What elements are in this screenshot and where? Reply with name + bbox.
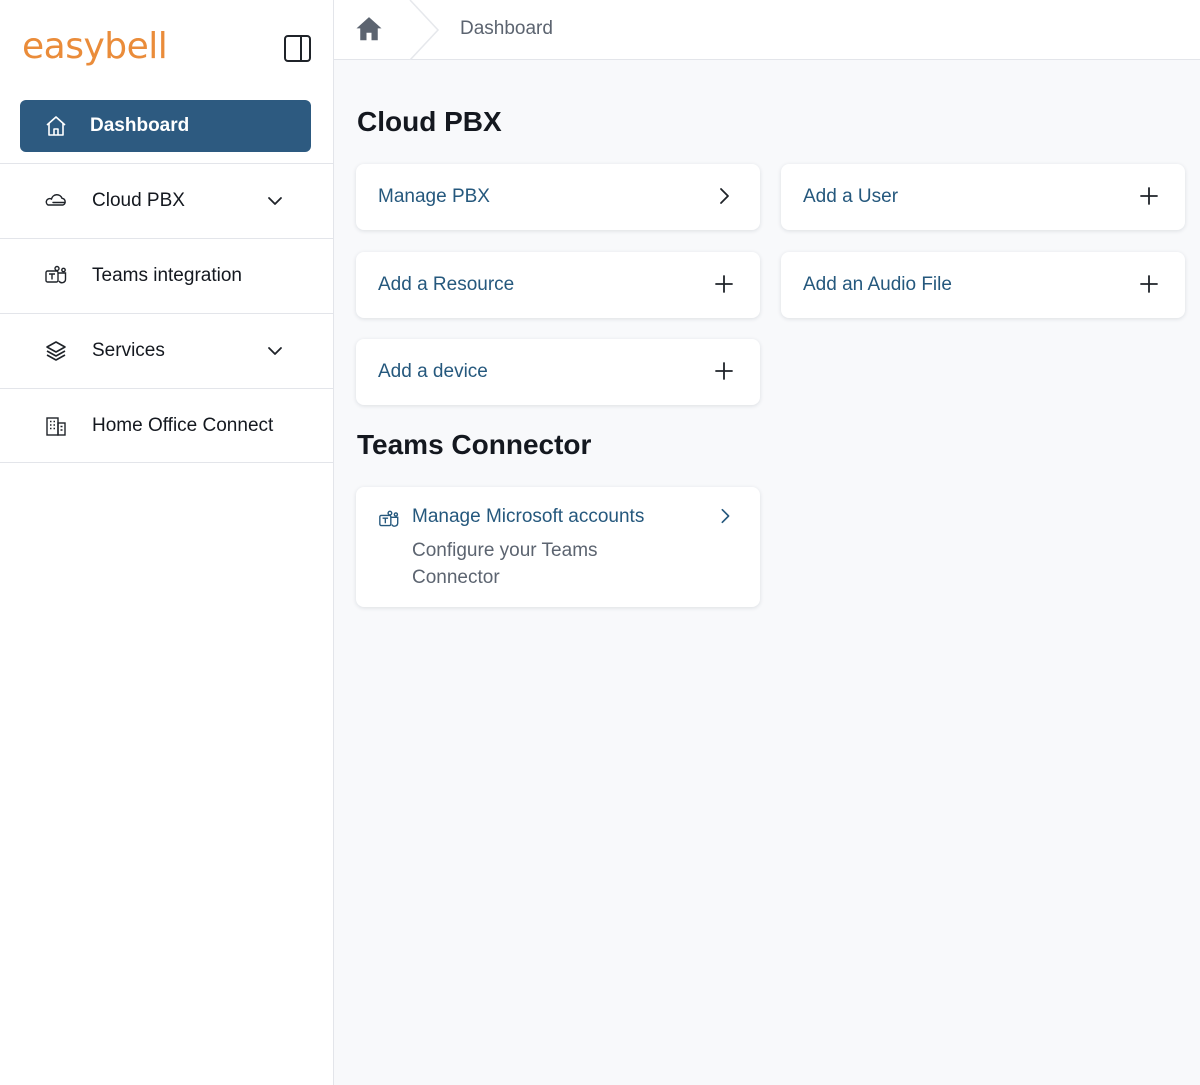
sidebar-item-services[interactable]: Services (0, 313, 333, 388)
sidebar-item-home-office-connect[interactable]: Home Office Connect (0, 388, 333, 463)
manage-pbx-card[interactable]: Manage PBX (356, 164, 760, 230)
chevron-down-icon[interactable] (266, 342, 284, 360)
sidebar-toggle-icon[interactable] (284, 35, 311, 62)
teams-icon (45, 265, 67, 284)
teams-icon (379, 510, 399, 527)
sidebar-nav: Cloud PBX Teams integration Services Hom… (0, 163, 333, 463)
card-label: Add an Audio File (803, 274, 952, 295)
section-title-teams-connector: Teams Connector (357, 429, 592, 460)
sidebar-item-dashboard[interactable]: Dashboard (20, 100, 311, 152)
chevron-right-icon (721, 508, 730, 524)
add-audio-file-card[interactable]: Add an Audio File (781, 252, 1185, 318)
card-description: Configure your Teams Connector (412, 540, 598, 588)
sidebar-item-label: Services (92, 340, 165, 361)
sidebar-item-label: Teams integration (92, 265, 242, 286)
sidebar-item-label: Dashboard (90, 115, 190, 136)
card-label: Add a User (803, 186, 899, 207)
sidebar-item-teams-integration[interactable]: Teams integration (0, 238, 333, 313)
plus-icon (1140, 187, 1158, 205)
easybell-logo[interactable]: easybell (22, 26, 168, 67)
chevron-down-icon[interactable] (266, 192, 284, 210)
building-icon (46, 416, 66, 436)
sidebar-item-label: Cloud PBX (92, 190, 185, 211)
layers-icon (46, 341, 66, 361)
manage-microsoft-accounts-card[interactable]: Manage Microsoft accounts Configure your… (356, 487, 760, 607)
plus-icon (715, 275, 733, 293)
home-icon (46, 116, 66, 136)
card-label: Manage PBX (378, 186, 490, 207)
card-title: Manage Microsoft accounts (412, 506, 645, 527)
add-resource-card[interactable]: Add a Resource (356, 252, 760, 318)
plus-icon (1140, 275, 1158, 293)
section-title-cloud-pbx: Cloud PBX (357, 106, 502, 137)
breadcrumb: Dashboard (334, 0, 1200, 60)
sidebar-item-cloud-pbx[interactable]: Cloud PBX (0, 163, 333, 238)
plus-icon (715, 362, 733, 380)
add-user-card[interactable]: Add a User (781, 164, 1185, 230)
breadcrumb-current: Dashboard (460, 18, 553, 39)
card-label: Add a Resource (378, 274, 515, 295)
sidebar: easybell Dashboard Cloud PBX Teams integ… (0, 0, 334, 1085)
breadcrumb-separator (409, 0, 440, 60)
sidebar-item-label: Home Office Connect (92, 414, 274, 436)
chevron-right-icon (720, 188, 729, 204)
add-device-card[interactable]: Add a device (356, 339, 760, 405)
cloud-icon (45, 194, 66, 206)
card-label: Add a device (378, 361, 488, 382)
logo-row: easybell (0, 0, 333, 94)
home-icon[interactable] (354, 14, 384, 44)
